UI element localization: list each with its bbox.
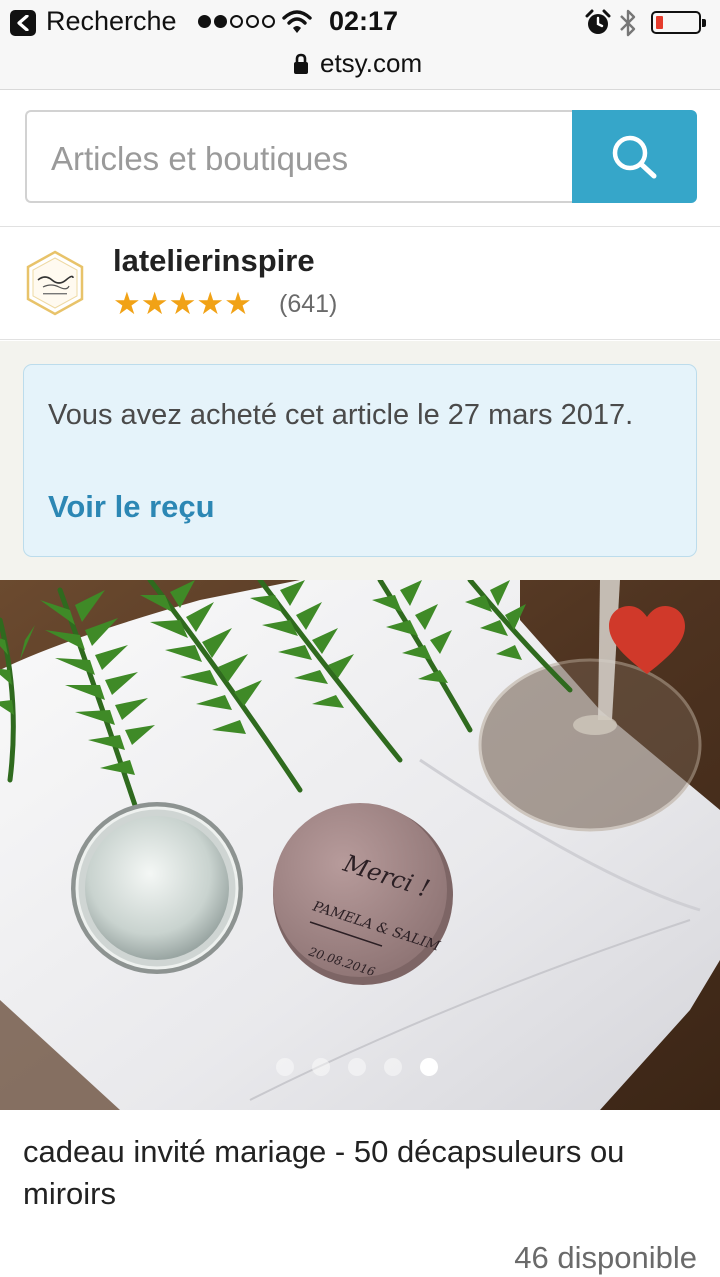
wifi-icon <box>282 10 312 33</box>
review-count: (641) <box>279 290 338 318</box>
search-input[interactable]: Articles et boutiques <box>25 110 573 203</box>
shop-name[interactable]: latelierinspire <box>113 243 315 279</box>
clock-time: 02:17 <box>329 6 399 36</box>
shop-logo[interactable] <box>25 250 85 316</box>
carousel-dot[interactable] <box>312 1058 330 1076</box>
carousel-dot[interactable] <box>384 1058 402 1076</box>
battery-icon <box>651 11 706 34</box>
url-text: etsy.com <box>320 48 423 78</box>
product-image-carousel[interactable]: Merci ! PAMELA & SALIM 20.08.2016 <box>0 580 720 1110</box>
product-title: cadeau invité mariage - 50 décapsuleurs … <box>23 1134 625 1211</box>
shop-header[interactable]: latelierinspire ★★★★★ (641) <box>0 228 720 340</box>
browser-url-bar[interactable]: etsy.com <box>0 46 720 90</box>
search-section: Articles et boutiques <box>0 90 720 227</box>
lock-icon <box>294 53 308 74</box>
view-receipt-link[interactable]: Voir le reçu <box>48 489 215 525</box>
purchase-notice: Vous avez acheté cet article le 27 mars … <box>23 364 697 557</box>
carousel-dot[interactable] <box>276 1058 294 1076</box>
carousel-pagination <box>276 1058 438 1076</box>
search-icon <box>612 135 657 179</box>
purchase-band: Vous avez acheté cet article le 27 mars … <box>0 341 720 580</box>
carousel-dot-active[interactable] <box>420 1058 438 1076</box>
alarm-clock-icon <box>585 9 611 34</box>
availability-text: 46 disponible <box>514 1240 697 1275</box>
bluetooth-icon <box>620 9 636 37</box>
carousel-dot[interactable] <box>348 1058 366 1076</box>
signal-strength-icon <box>198 15 275 28</box>
status-bar: Recherche 02:17 <box>0 0 720 46</box>
rating-stars: ★★★★★ <box>113 286 252 321</box>
back-arrow-icon[interactable] <box>10 10 36 36</box>
heart-icon[interactable] <box>606 604 688 678</box>
purchase-message: Vous avez acheté cet article le 27 mars … <box>48 399 634 431</box>
back-to-search-link[interactable]: Recherche <box>46 6 177 37</box>
search-button[interactable] <box>572 110 697 203</box>
